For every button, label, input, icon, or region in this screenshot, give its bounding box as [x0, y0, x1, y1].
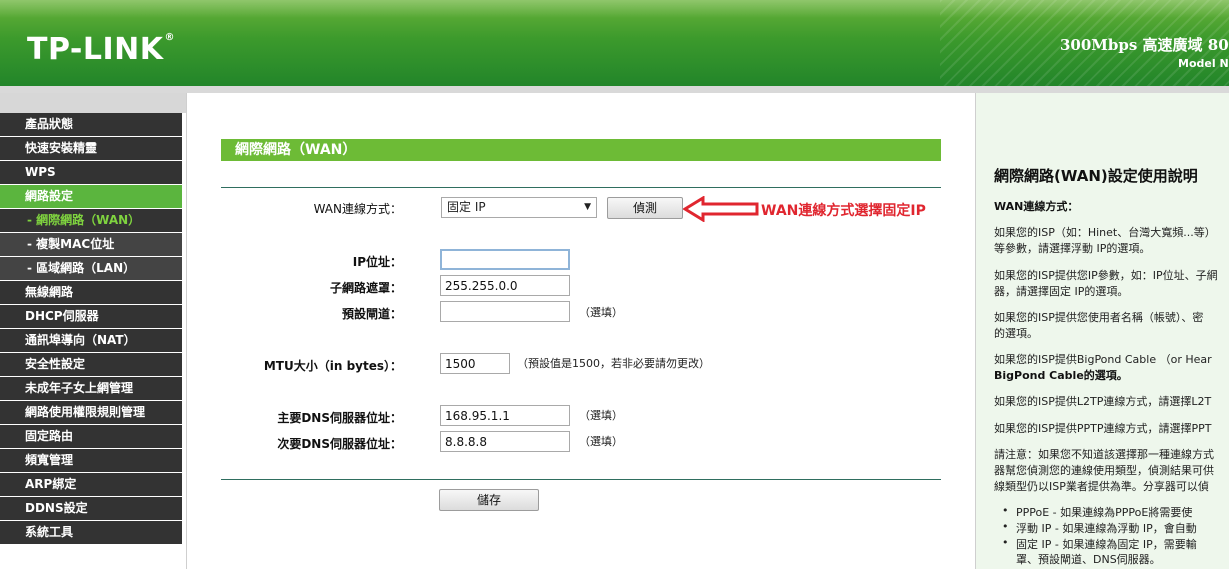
tp-link-logo: TP-LINK® — [27, 32, 175, 67]
ip-label: IP位址： — [352, 255, 402, 269]
secondary-dns-input[interactable] — [440, 431, 570, 452]
help-bullet-static-ip-cont: 罩、預設閘道、DNS伺服器。 — [1016, 553, 1161, 566]
gateway-optional-hint: （選填） — [579, 306, 623, 319]
help-text: 如果您的ISP提供L2TP連線方式，請選擇L2T — [994, 395, 1212, 408]
model-number: Model No — [1178, 57, 1229, 70]
help-text: 的選項。 — [994, 327, 1038, 340]
help-bullet-dynamic-ip: 浮動 IP - 如果連線為浮動 IP，會自動 — [1002, 520, 1197, 536]
annotation-text: WAN連線方式選擇固定IP — [761, 203, 926, 219]
wan-type-value: 固定 IP — [447, 200, 486, 214]
registered-mark: ® — [164, 32, 176, 43]
help-text: 器，請選擇固定 IP的選項。 — [994, 285, 1129, 298]
mtu-hint: （預設值是1500，若非必要請勿更改） — [517, 357, 710, 370]
sidebar-item-status[interactable]: 產品狀態 — [0, 113, 182, 136]
ip-address-input[interactable] — [440, 249, 570, 270]
help-text: 等參數，請選擇浮動 IP的選項。 — [994, 242, 1151, 255]
wan-type-select[interactable]: 固定 IP ▼ — [441, 197, 597, 218]
sidebar-nav: 產品狀態 快速安裝精靈 WPS 網路設定 - 網際網路（WAN） - 複製MAC… — [0, 93, 186, 569]
sidebar-item-arp-binding[interactable]: ARP綁定 — [0, 473, 182, 496]
section-title: 網際網路（WAN） — [221, 139, 941, 161]
help-text: 如果您的ISP提供您IP參數，如：IP位址、子網 — [994, 269, 1218, 282]
sidebar-top-gap — [0, 93, 186, 113]
sidebar-item-dhcp[interactable]: DHCP伺服器 — [0, 305, 182, 328]
sidebar-item-lan[interactable]: - 區域網路（LAN） — [0, 257, 182, 280]
sidebar-item-ddns[interactable]: DDNS設定 — [0, 497, 182, 520]
chevron-down-icon: ▼ — [584, 202, 591, 212]
primary-dns-input[interactable] — [440, 405, 570, 426]
sidebar-item-static-routing[interactable]: 固定路由 — [0, 425, 182, 448]
red-arrow-icon — [683, 196, 759, 222]
sidebar-item-wps[interactable]: WPS — [0, 161, 182, 184]
gateway-input[interactable] — [440, 301, 570, 322]
sidebar-item-wan[interactable]: - 網際網路（WAN） — [0, 209, 182, 232]
sidebar-item-mac-clone[interactable]: - 複製MAC位址 — [0, 233, 182, 256]
divider-bottom — [221, 479, 941, 480]
subnet-mask-label: 子網路遮罩： — [329, 281, 402, 295]
subnet-mask-input[interactable] — [440, 275, 570, 296]
primary-dns-label: 主要DNS伺服器位址： — [277, 411, 402, 425]
mtu-label: MTU大小（in bytes）： — [263, 359, 402, 373]
header-divider — [0, 86, 1229, 93]
help-panel: 網際網路(WAN)設定使用說明 WAN連線方式： 如果您的ISP（如：Hinet… — [976, 93, 1229, 569]
sidebar-item-quick-setup[interactable]: 快速安裝精靈 — [0, 137, 182, 160]
sidebar-item-system-tools[interactable]: 系統工具 — [0, 521, 182, 544]
sidebar-item-security[interactable]: 安全性設定 — [0, 353, 182, 376]
help-text: BigPond Cable的選項。 — [994, 369, 1128, 382]
sidebar-item-parental-control[interactable]: 未成年子女上網管理 — [0, 377, 182, 400]
help-bullet-static-ip: 固定 IP - 如果連線為固定 IP，需要輸 — [1002, 536, 1197, 552]
sidebar-item-network[interactable]: 網路設定 — [0, 185, 182, 208]
help-note: 線類型仍以ISP業者提供為準。分享器可以偵 — [994, 480, 1209, 493]
help-text: 如果您的ISP提供您使用者名稱（帳號）、密 — [994, 311, 1204, 324]
secondary-dns-optional-hint: （選填） — [579, 435, 623, 448]
help-bullet-pppoe: PPPoE - 如果連線為PPPoE將需要使 — [1002, 504, 1192, 520]
sidebar-item-wireless[interactable]: 無線網路 — [0, 281, 182, 304]
mtu-input[interactable] — [440, 353, 510, 374]
sidebar-item-access-control[interactable]: 網路使用權限規則管理 — [0, 401, 182, 424]
save-button[interactable]: 儲存 — [439, 489, 539, 511]
product-title: 300Mbps 高速廣域 802 — [1060, 36, 1229, 54]
main-panel: 網際網路（WAN） WAN連線方式： 固定 IP ▼ 偵測 WAN連線方式選擇固… — [186, 93, 976, 569]
detect-button[interactable]: 偵測 — [607, 197, 683, 219]
help-note: 器幫您偵測您的連線使用類型，偵測結果可供 — [994, 464, 1214, 477]
logo-text: TP-LINK — [27, 32, 164, 67]
gateway-label: 預設閘道： — [341, 307, 402, 321]
wan-type-label: WAN連線方式： — [313, 202, 402, 216]
sidebar-item-bandwidth[interactable]: 頻寬管理 — [0, 449, 182, 472]
help-subtitle: WAN連線方式： — [994, 200, 1079, 213]
divider-top — [221, 187, 941, 188]
help-text: 如果您的ISP提供PPTP連線方式，請選擇PPT — [994, 422, 1212, 435]
help-text: 如果您的ISP（如：Hinet、台灣大寬頻...等） — [994, 226, 1216, 239]
header-banner: TP-LINK® 300Mbps 高速廣域 802 Model No — [0, 0, 1229, 86]
primary-dns-optional-hint: （選填） — [579, 409, 623, 422]
help-title: 網際網路(WAN)設定使用說明 — [994, 167, 1198, 185]
help-text: 如果您的ISP提供BigPond Cable （or Hear — [994, 353, 1212, 366]
sidebar-item-nat[interactable]: 通訊埠導向（NAT） — [0, 329, 182, 352]
help-note: 請注意：如果您不知道該選擇那一種連線方式 — [994, 448, 1214, 461]
secondary-dns-label: 次要DNS伺服器位址： — [277, 437, 402, 451]
